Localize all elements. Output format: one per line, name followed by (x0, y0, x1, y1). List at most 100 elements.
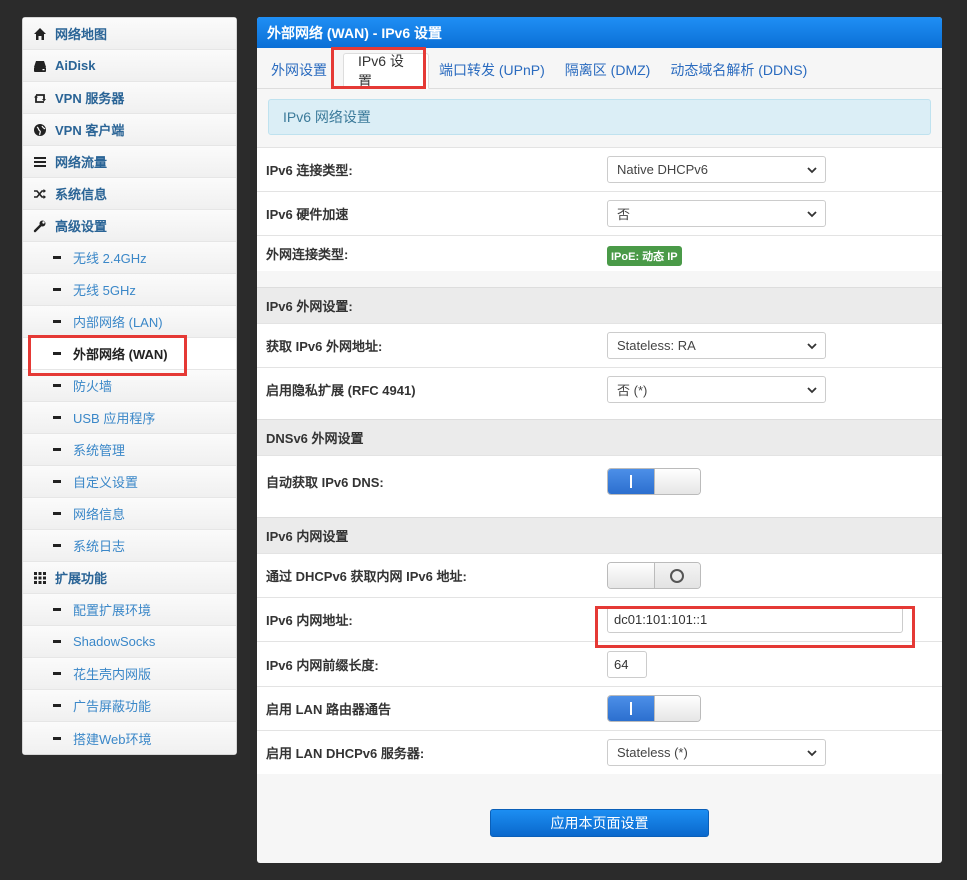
sidebar-item-label: 无线 5GHz (73, 283, 136, 298)
conn-type-select[interactable]: Native DHCPv6 (607, 156, 826, 183)
sidebar-item[interactable]: 防火墙 (23, 370, 236, 402)
sidebar-item[interactable]: 网络地图 (23, 18, 236, 50)
dash-icon (53, 416, 61, 419)
toggle-off-side (653, 563, 700, 588)
dash-icon (53, 736, 61, 740)
conn-type-value: Native DHCPv6 (617, 162, 709, 177)
sidebar-item-label: AiDisk (55, 58, 96, 73)
toggle-off-side (653, 469, 700, 494)
sidebar-item[interactable]: 系统管理 (23, 434, 236, 466)
dash-icon (53, 384, 61, 387)
sidebar-item[interactable]: VPN 客户端 (23, 114, 236, 146)
sidebar-item[interactable]: ShadowSocks (23, 626, 236, 658)
on-bar-icon (629, 475, 632, 488)
toggle-on-side (608, 469, 654, 494)
ra-label: 启用 LAN 路由器通告 (266, 702, 391, 717)
hdd-icon (33, 59, 47, 73)
off-ring-icon (670, 568, 685, 583)
sidebar-item-label: ShadowSocks (73, 634, 156, 649)
tab-bar: 外网设置 IPv6 设置 端口转发 (UPnP) 隔离区 (DMZ) 动态域名解… (257, 48, 942, 89)
row-hw-accel: IPv6 硬件加速 否 (257, 191, 942, 235)
sidebar-item-label: 搭建Web环境 (73, 731, 152, 747)
dash-icon (53, 480, 61, 483)
tab-ipv6-settings[interactable]: IPv6 设置 (343, 53, 429, 89)
hw-accel-select[interactable]: 否 (607, 200, 826, 227)
sidebar-item[interactable]: 花生壳内网版 (23, 658, 236, 690)
privacy-select[interactable]: 否 (*) (607, 376, 826, 403)
dhcp-server-value: Stateless (*) (617, 745, 688, 760)
chevron-down-icon (807, 387, 817, 394)
retweet-icon (33, 91, 47, 105)
get-addr-select[interactable]: Stateless: RA (607, 332, 826, 359)
sidebar-item-label: USB 应用程序 (73, 411, 156, 426)
dash-icon (53, 672, 61, 675)
chevron-down-icon (807, 211, 817, 218)
sidebar-item[interactable]: USB 应用程序 (23, 402, 236, 434)
sidebar-item[interactable]: 配置扩展环境 (23, 594, 236, 626)
sidebar-item-label: 无线 2.4GHz (73, 251, 147, 266)
row-dhcp-server: 启用 LAN DHCPv6 服务器: Stateless (*) (257, 730, 942, 774)
apply-button[interactable]: 应用本页面设置 (490, 809, 709, 837)
sidebar-item-label: 配置扩展环境 (73, 603, 152, 618)
sidebar-item-label: 系统日志 (73, 539, 126, 554)
sidebar-item[interactable]: 搭建Web环境 (23, 722, 236, 754)
toggle-on-side (608, 563, 654, 588)
dhcp-lan-toggle[interactable] (607, 562, 701, 589)
row-wan-type: 外网连接类型: IPoE: 动态 IP (257, 235, 942, 271)
sidebar-item-label: 系统管理 (73, 443, 126, 458)
row-conn-type: IPv6 连接类型: Native DHCPv6 (257, 147, 942, 191)
row-get-addr: 获取 IPv6 外网地址: Stateless: RA (257, 323, 942, 367)
sidebar-item[interactable]: 自定义设置 (23, 466, 236, 498)
dash-icon (53, 256, 61, 259)
sidebar-item[interactable]: 内部网络 (LAN) (23, 306, 236, 338)
prefix-len-input[interactable]: 64 (607, 650, 647, 678)
prefix-len-label: IPv6 内网前缀长度: (266, 657, 379, 673)
sidebar-item[interactable]: 扩展功能 (23, 562, 236, 594)
sidebar-item-label: 自定义设置 (73, 475, 139, 490)
dash-icon (53, 704, 61, 707)
auto-dns-toggle[interactable] (607, 468, 701, 495)
spacer (257, 507, 942, 517)
sidebar-item[interactable]: VPN 服务器 (23, 82, 236, 114)
row-auto-dns: 自动获取 IPv6 DNS: (257, 455, 942, 507)
tab-wan-settings[interactable]: 外网设置 (261, 52, 343, 88)
sidebar-item[interactable]: 无线 2.4GHz (23, 242, 236, 274)
sidebar-item[interactable]: 系统日志 (23, 530, 236, 562)
lan-addr-input[interactable]: dc01:101:101::1 (607, 606, 903, 633)
sidebar-nav: 网络地图 AiDisk VPN 服务器 VPN 客户端网络流量系统信息 高级设置无线 2… (22, 17, 237, 755)
wan-type-badge: IPoE: 动态 IP (607, 246, 682, 266)
shuffle-icon (33, 187, 47, 201)
dash-icon (53, 448, 61, 451)
spacer (257, 411, 942, 419)
auto-dns-label: 自动获取 IPv6 DNS: (266, 475, 384, 490)
ra-toggle[interactable] (607, 695, 701, 722)
toggle-off-side (653, 696, 700, 721)
dhcp-server-label: 启用 LAN DHCPv6 服务器: (266, 746, 425, 761)
tab-dmz[interactable]: 隔离区 (DMZ) (555, 52, 661, 88)
get-addr-label: 获取 IPv6 外网地址: (266, 339, 383, 354)
dash-icon (53, 320, 61, 323)
dhcp-lan-label: 通过 DHCPv6 获取内网 IPv6 地址: (266, 569, 467, 584)
panel-title: 外部网络 (WAN) - IPv6 设置 (257, 17, 942, 48)
sidebar-item-label: 广告屏蔽功能 (73, 699, 152, 714)
sidebar-item[interactable]: 外部网络 (WAN) (23, 338, 236, 370)
sidebar-item-label: 内部网络 (LAN) (73, 315, 163, 330)
sidebar-item[interactable]: 广告屏蔽功能 (23, 690, 236, 722)
sidebar-item[interactable]: AiDisk (23, 50, 236, 82)
sidebar-item[interactable]: 高级设置 (23, 210, 236, 242)
sidebar-item[interactable]: 网络流量 (23, 146, 236, 178)
dhcp-server-select[interactable]: Stateless (*) (607, 739, 826, 766)
tab-port-forward[interactable]: 端口转发 (UPnP) (429, 52, 555, 88)
tab-ddns[interactable]: 动态域名解析 (DDNS) (660, 52, 817, 88)
sidebar-item[interactable]: 网络信息 (23, 498, 236, 530)
hw-accel-value: 否 (617, 207, 631, 222)
dash-icon (53, 512, 61, 515)
sidebar-item-label: VPN 服务器 (55, 91, 125, 106)
dash-icon (53, 544, 61, 547)
privacy-value: 否 (*) (617, 383, 648, 398)
sidebar-item[interactable]: 无线 5GHz (23, 274, 236, 306)
chevron-down-icon (807, 750, 817, 757)
sidebar-item[interactable]: 系统信息 (23, 178, 236, 210)
lan-addr-label: IPv6 内网地址: (266, 613, 353, 628)
sidebar-item-label: 网络流量 (55, 155, 108, 170)
